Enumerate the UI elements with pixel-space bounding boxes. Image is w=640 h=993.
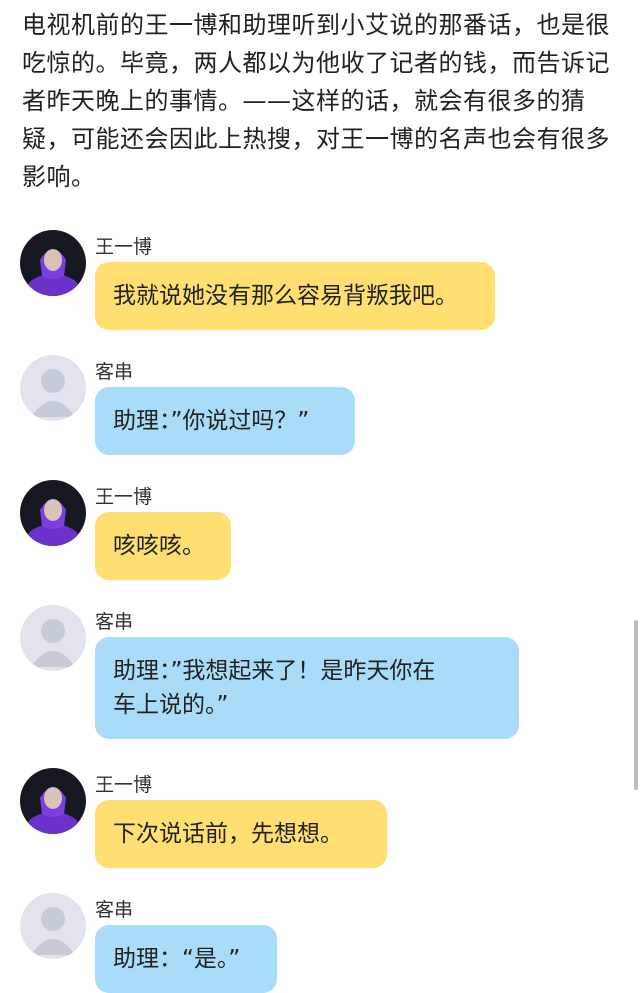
sender-name: 王一博 <box>95 486 153 508</box>
default-user-avatar[interactable] <box>20 355 86 421</box>
message-bubble[interactable]: 我就说她没有那么容易背叛我吧。 <box>95 262 495 330</box>
sender-name: 客串 <box>95 899 134 921</box>
scrollbar[interactable] <box>634 620 638 790</box>
message-bubble[interactable]: 助理：”你说过吗？” <box>95 387 355 455</box>
photo-avatar[interactable] <box>20 230 86 296</box>
message-bubble[interactable]: 助理：”我想起来了！是昨天你在 车上说的。” <box>95 637 519 739</box>
message-line: 车上说的。” <box>113 692 229 718</box>
default-user-avatar[interactable] <box>20 605 86 671</box>
intro-paragraph: 电视机前的王一博和助理听到小艾说的那番话，也是很吃惊的。毕竟，两人都以为他收了记… <box>22 11 610 191</box>
message-bubble[interactable]: 咳咳咳。 <box>95 512 231 580</box>
message-line: 助理：”我想起来了！是昨天你在 <box>113 658 436 684</box>
sender-name: 王一博 <box>95 236 153 258</box>
message-bubble[interactable]: 下次说话前，先想想。 <box>95 800 387 868</box>
sender-name: 王一博 <box>95 774 153 796</box>
message-bubble[interactable]: 助理：“是。” <box>95 925 277 993</box>
photo-avatar[interactable] <box>20 480 86 546</box>
sender-name: 客串 <box>95 361 134 383</box>
sender-name: 客串 <box>95 611 134 633</box>
photo-avatar[interactable] <box>20 768 86 834</box>
default-user-avatar[interactable] <box>20 893 86 959</box>
